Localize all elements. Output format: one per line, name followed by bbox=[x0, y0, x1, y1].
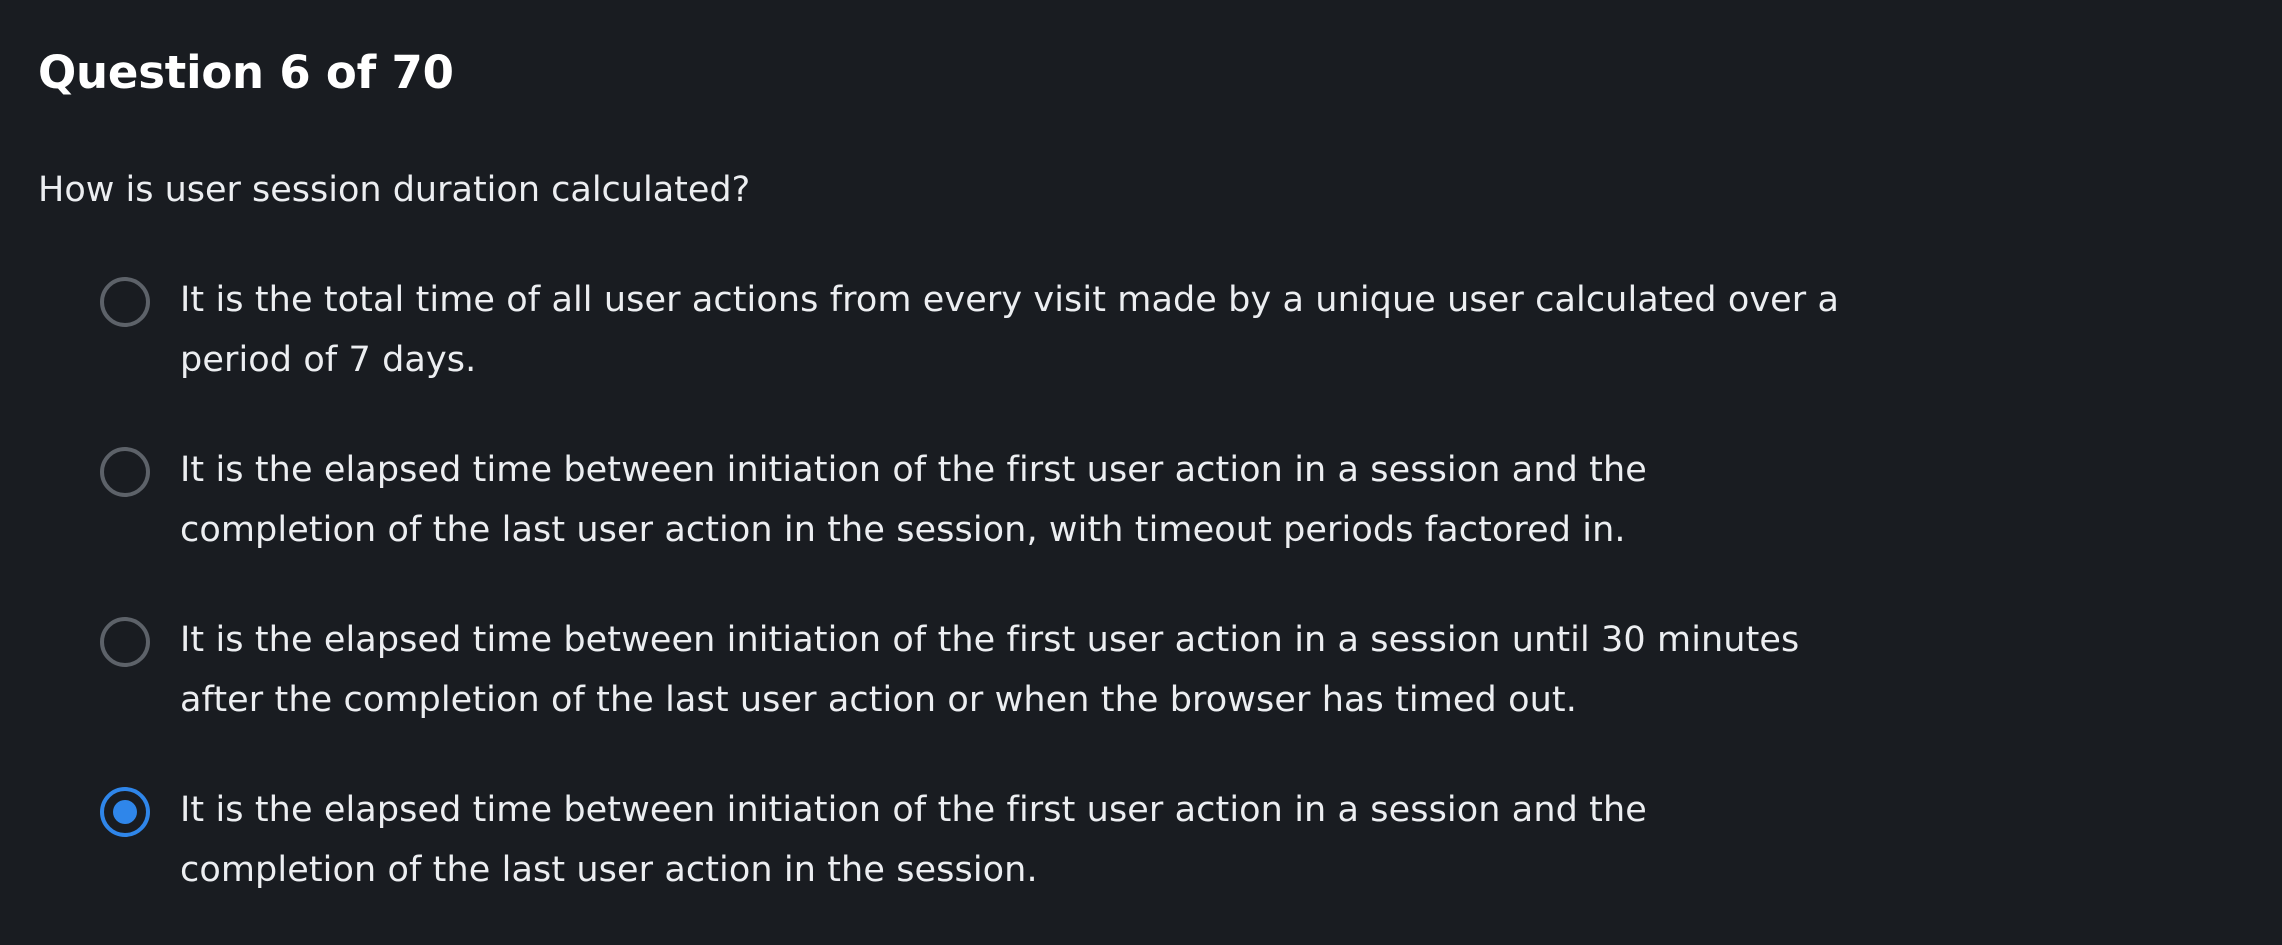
answer-option-3-text[interactable]: It is the elapsed time between initiatio… bbox=[180, 610, 1930, 730]
answer-option-1-line-2: period of 7 days. bbox=[180, 340, 477, 380]
radio-button-2[interactable] bbox=[100, 447, 150, 497]
answer-option-2-line-1: It is the elapsed time between initiatio… bbox=[180, 450, 1647, 490]
answer-option-4[interactable]: It is the elapsed time between initiatio… bbox=[100, 780, 2000, 910]
answer-option-4-text[interactable]: It is the elapsed time between initiatio… bbox=[180, 780, 1930, 900]
answer-option-4-line-2: completion of the last user action in th… bbox=[180, 850, 1038, 890]
question-text: How is user session duration calculated? bbox=[38, 170, 751, 210]
radio-button-3[interactable] bbox=[100, 617, 150, 667]
answer-option-2-text[interactable]: It is the elapsed time between initiatio… bbox=[180, 440, 1930, 560]
answer-option-2[interactable]: It is the elapsed time between initiatio… bbox=[100, 440, 2000, 570]
question-progress-title: Question 6 of 70 bbox=[38, 46, 454, 99]
answer-option-1-line-1: It is the total time of all user actions… bbox=[180, 280, 1840, 320]
answer-option-3-line-2: after the completion of the last user ac… bbox=[180, 680, 1577, 720]
answer-option-2-line-2: completion of the last user action in th… bbox=[180, 510, 1626, 550]
answer-option-3[interactable]: It is the elapsed time between initiatio… bbox=[100, 610, 2000, 740]
radio-button-1[interactable] bbox=[100, 277, 150, 327]
answer-option-4-line-1: It is the elapsed time between initiatio… bbox=[180, 790, 1647, 830]
radio-selected-dot bbox=[113, 800, 137, 824]
answer-option-1[interactable]: It is the total time of all user actions… bbox=[100, 270, 2000, 400]
answer-option-3-line-1: It is the elapsed time between initiatio… bbox=[180, 620, 1800, 660]
radio-button-4[interactable] bbox=[100, 787, 150, 837]
answer-option-1-text[interactable]: It is the total time of all user actions… bbox=[180, 270, 1930, 390]
